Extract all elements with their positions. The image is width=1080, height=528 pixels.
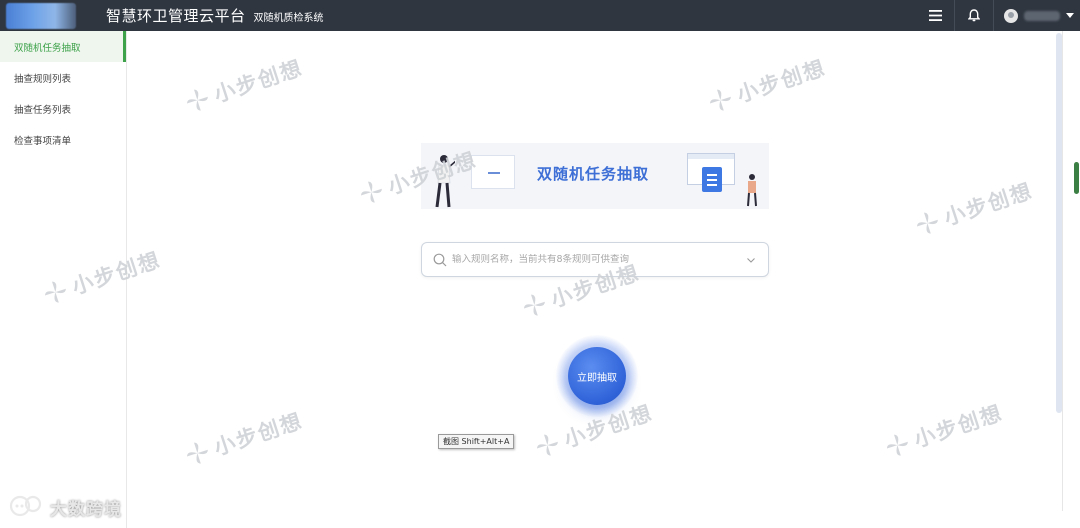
top-header: 智慧环卫管理云平台 双随机质检系统 <box>0 0 1080 31</box>
sidebar: 双随机任务抽取 抽查规则列表 抽查任务列表 检查事项清单 <box>0 31 127 528</box>
scrollbar[interactable] <box>1056 33 1062 413</box>
sidebar-item-label: 检查事项清单 <box>14 135 72 147</box>
menu-icon[interactable] <box>916 0 954 31</box>
corner-badge-text: 大数跨境 <box>50 499 122 520</box>
sidebar-item-label: 抽查任务列表 <box>14 104 72 116</box>
screenshot-tooltip: 截图 Shift+Alt+A <box>438 434 515 449</box>
person-illustration <box>435 155 455 208</box>
app-logo[interactable] <box>6 2 76 29</box>
sidebar-item-label: 抽查规则列表 <box>14 73 72 85</box>
person-illustration <box>747 174 757 207</box>
user-menu[interactable] <box>994 0 1080 31</box>
sidebar-item-inspection-items[interactable]: 检查事项清单 <box>0 124 126 155</box>
avatar <box>1004 8 1018 23</box>
user-name-blurred <box>1024 10 1060 21</box>
side-handle[interactable] <box>1074 162 1079 194</box>
main-content <box>128 31 1080 528</box>
rule-search-select[interactable] <box>421 242 769 277</box>
scrollbar-track <box>1062 31 1063 511</box>
banner: 双随机任务抽取 <box>421 143 769 209</box>
header-actions <box>916 0 1080 31</box>
search-input[interactable] <box>452 254 742 265</box>
search-icon <box>433 253 447 266</box>
app-subtitle: 双随机质检系统 <box>253 13 324 24</box>
chat-bubble-icon <box>9 495 42 517</box>
corner-badge: 大数跨境 <box>8 494 122 520</box>
chevron-down-icon[interactable] <box>746 255 756 265</box>
sidebar-item-task-list[interactable]: 抽查任务列表 <box>0 93 126 124</box>
sidebar-item-rule-list[interactable]: 抽查规则列表 <box>0 62 126 93</box>
sidebar-item-label: 双随机任务抽取 <box>14 42 81 54</box>
bell-icon[interactable] <box>955 0 993 31</box>
banner-card-illustration <box>471 155 515 189</box>
document-icon <box>702 167 722 192</box>
caret-down-icon <box>1066 13 1074 18</box>
app-title: 智慧环卫管理云平台 <box>106 7 246 25</box>
banner-title: 双随机任务抽取 <box>537 165 650 183</box>
sidebar-item-random-task-draw[interactable]: 双随机任务抽取 <box>0 31 126 62</box>
draw-now-button[interactable]: 立即抽取 <box>568 347 626 405</box>
